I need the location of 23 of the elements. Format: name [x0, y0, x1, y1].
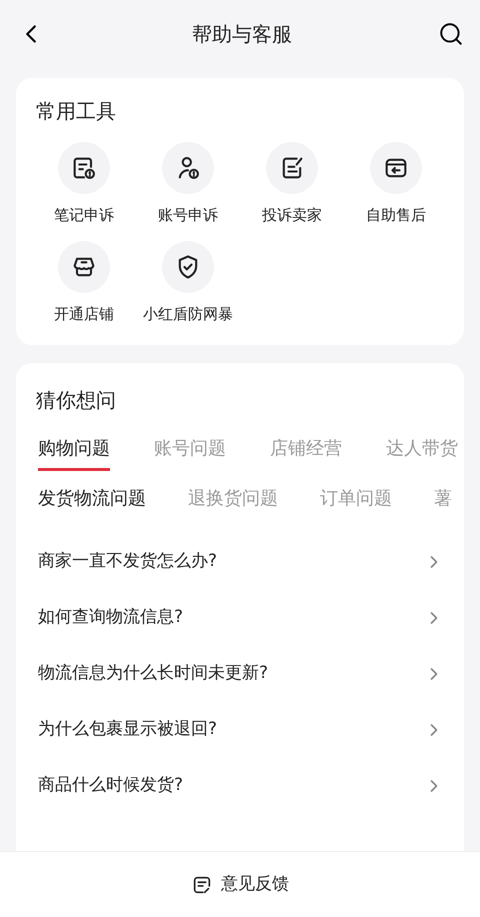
tool-label: 开通店铺 [54, 304, 114, 324]
question-text: 物流信息为什么长时间未更新? [38, 662, 268, 686]
category-tab[interactable]: 购物问题 [38, 435, 110, 471]
search-icon[interactable] [438, 21, 464, 47]
question-row[interactable]: 如何查询物流信息? [16, 590, 464, 646]
question-text: 为什么包裹显示被退回? [38, 718, 218, 742]
section-title: 常用工具 [36, 98, 117, 125]
question-text: 如何查询物流信息? [38, 606, 184, 630]
tool-label: 小红盾防网暴 [143, 304, 233, 324]
feedback-button[interactable]: 意见反馈 [191, 872, 289, 898]
tool-label: 投诉卖家 [262, 205, 322, 226]
question-text: 商品什么时候发货? [38, 774, 184, 798]
tool-label: 账号申诉 [158, 205, 218, 226]
section-title: 猜你想问 [36, 387, 117, 414]
question-text: 商家一直不发货怎么办? [38, 550, 218, 574]
page-title: 帮助与客服 [192, 21, 292, 48]
subcategory-tab[interactable]: 发货物流问题 [38, 485, 146, 512]
question-row[interactable]: 商品什么时候发货? [16, 758, 464, 814]
tool-label: 自助售后 [366, 205, 426, 226]
question-row[interactable]: 物流信息为什么长时间未更新? [16, 646, 464, 702]
question-row[interactable]: 商家一直不发货怎么办? [16, 534, 464, 590]
tool-label: 笔记申诉 [54, 205, 114, 226]
question-row[interactable]: 为什么包裹显示被退回? [16, 702, 464, 758]
